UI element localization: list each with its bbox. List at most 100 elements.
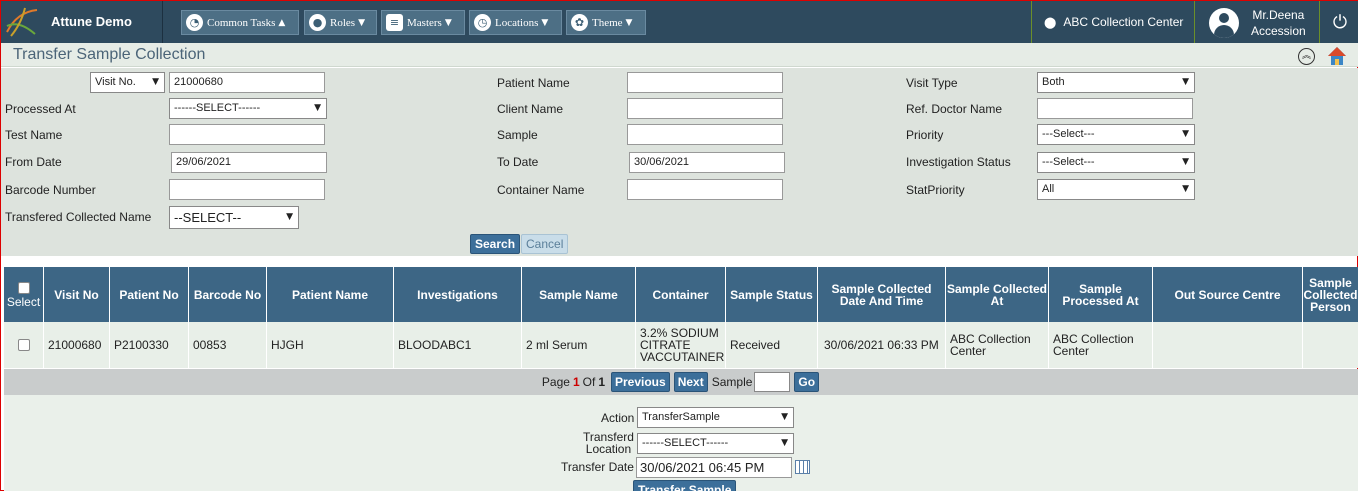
processed-at-select[interactable]: ------SELECT------ ▼ [169, 98, 327, 119]
map-pin-icon: ⬤ [1044, 15, 1057, 29]
transfered-collected-select[interactable]: --SELECT-- ▼ [169, 206, 299, 229]
investigation-status-select[interactable]: ---Select--- ▼ [1037, 152, 1195, 173]
stat-priority-value: All [1042, 183, 1055, 195]
processed-at-label: Processed At [5, 102, 76, 116]
sample-input[interactable] [627, 124, 783, 145]
transferd-location-label: Transferd Location [583, 431, 634, 455]
barcode-label: Barcode Number [5, 183, 96, 197]
cancel-button[interactable]: Cancel [521, 234, 569, 254]
patient-name-input[interactable] [627, 72, 783, 93]
pager-total: 1 [598, 375, 605, 389]
caret-down-icon: ▼ [625, 17, 633, 28]
search-button[interactable]: Search [470, 234, 521, 254]
test-name-input[interactable] [169, 124, 325, 145]
column-header-collected-person[interactable]: Sample Collected Person [1303, 267, 1358, 322]
user-menu[interactable]: Mr.Deena Accession [1195, 1, 1320, 43]
sample-label: Sample [497, 128, 538, 142]
caret-up-icon: ▲ [278, 17, 286, 28]
column-header-barcode-no[interactable]: Barcode No [189, 267, 267, 322]
column-header-sample-status[interactable]: Sample Status [726, 267, 818, 322]
page-jump-input[interactable] [754, 372, 791, 392]
nav-label: Common Tasks [207, 16, 276, 29]
home-icon[interactable] [1327, 46, 1347, 66]
pager-current: 1 [572, 375, 580, 389]
app-logo-icon [6, 7, 38, 37]
select-all-checkbox[interactable] [17, 281, 30, 294]
dashboard-icon: ◔ [186, 14, 203, 31]
to-date-input[interactable]: 30/06/2021 [629, 152, 785, 173]
table-cell: 30/06/2021 06:33 PM [818, 322, 946, 368]
table-cell: ABC Collection Center [1049, 322, 1153, 368]
priority-select[interactable]: ---Select--- ▼ [1037, 124, 1195, 145]
client-name-input[interactable] [627, 98, 783, 119]
table-cell: 00853 [189, 322, 267, 368]
container-name-input[interactable] [627, 179, 783, 200]
column-header-collected-at[interactable]: Sample Collected At [946, 267, 1049, 322]
ref-doctor-label: Ref. Doctor Name [906, 102, 1003, 116]
column-header-patient-no[interactable]: Patient No [110, 267, 189, 322]
transferd-location-select[interactable]: ------SELECT------ ▼ [637, 433, 794, 454]
from-date-label: From Date [5, 155, 62, 169]
investigation-status-value: ---Select--- [1042, 156, 1095, 168]
action-select[interactable]: TransferSample ▼ [637, 407, 794, 428]
visit-type-value: Both [1042, 76, 1065, 88]
column-header-sample-name[interactable]: Sample Name [522, 267, 636, 322]
column-header-visit-no[interactable]: Visit No [44, 267, 110, 322]
transfered-collected-value: --SELECT-- [174, 210, 242, 225]
caret-down-icon: ▼ [541, 17, 549, 28]
transfer-sample-button[interactable]: Transfer Sample [633, 480, 737, 491]
nav-theme[interactable]: ✿ Theme ▼ [566, 10, 646, 35]
stat-priority-select[interactable]: All ▼ [1037, 179, 1195, 200]
go-button[interactable]: Go [794, 372, 820, 392]
ref-doctor-input[interactable] [1037, 98, 1193, 119]
nav-roles[interactable]: ● Roles ▼ [304, 10, 377, 35]
search-by-select[interactable]: Visit No. ▼ [90, 72, 165, 93]
table-cell: 2 ml Serum [522, 322, 636, 368]
table-cell: ABC Collection Center [946, 322, 1049, 368]
table-row-select [4, 322, 44, 368]
stat-priority-label: StatPriority [906, 183, 965, 197]
table-cell: 3.2% SODIUM CITRATE VACCUTAINER [636, 322, 726, 368]
investigation-status-label: Investigation Status [906, 155, 1011, 169]
transfer-date-input[interactable]: 30/06/2021 06:45 PM [636, 457, 792, 478]
location-selector[interactable]: ⬤ ABC Collection Center [1031, 1, 1195, 43]
nav-locations[interactable]: ◷ Locations ▼ [469, 10, 562, 35]
brand[interactable]: Attune Demo [1, 1, 163, 43]
nav-label: Masters [407, 16, 442, 29]
action-value: TransferSample [642, 411, 720, 423]
column-header-patient-name[interactable]: Patient Name [267, 267, 394, 322]
row-checkbox[interactable] [17, 339, 30, 351]
avatar [1209, 8, 1239, 38]
column-header-out-source[interactable]: Out Source Centre [1153, 267, 1303, 322]
transferd-location-label-line2: Location [585, 442, 632, 456]
caret-down-icon: ▼ [358, 17, 365, 28]
column-header-investigations[interactable]: Investigations [394, 267, 522, 322]
table-cell: HJGH [267, 322, 394, 368]
user-circle-icon: ● [309, 14, 326, 31]
app-name: Attune Demo [51, 14, 132, 29]
column-header-processed-at[interactable]: Sample Processed At [1049, 267, 1153, 322]
nav-common-tasks[interactable]: ◔ Common Tasks ▲ [181, 10, 299, 35]
user-label: Mr.Deena Accession [1251, 7, 1306, 39]
collapse-up-icon[interactable]: ︽ [1298, 48, 1315, 65]
pager: Page 1 Of 1 Previous Next Sample Go [4, 369, 1358, 395]
column-header-container[interactable]: Container [636, 267, 726, 322]
barcode-input[interactable] [169, 179, 325, 200]
priority-value: ---Select--- [1042, 128, 1095, 140]
visit-type-select[interactable]: Both ▼ [1037, 72, 1195, 93]
transferd-location-value: ------SELECT------ [642, 437, 729, 449]
calendar-icon[interactable] [795, 460, 810, 474]
transfer-date-label: Transfer Date [561, 460, 634, 474]
table-cell: Received [726, 322, 818, 368]
power-icon[interactable]: ⏻ [1321, 1, 1358, 43]
visit-no-input[interactable]: 21000680 [169, 72, 325, 93]
nav-masters[interactable]: ≡ Masters ▼ [381, 10, 465, 35]
nav-label: Roles [330, 16, 356, 29]
user-name: Mr.Deena [1252, 8, 1305, 22]
from-date-input[interactable]: 29/06/2021 [171, 152, 327, 173]
previous-button[interactable]: Previous [611, 372, 670, 392]
column-header-collected-date[interactable]: Sample Collected Date And Time [818, 267, 946, 322]
pager-sample-word: Sample [711, 375, 753, 389]
table-cell: P2100330 [110, 322, 189, 368]
next-button[interactable]: Next [673, 372, 708, 392]
